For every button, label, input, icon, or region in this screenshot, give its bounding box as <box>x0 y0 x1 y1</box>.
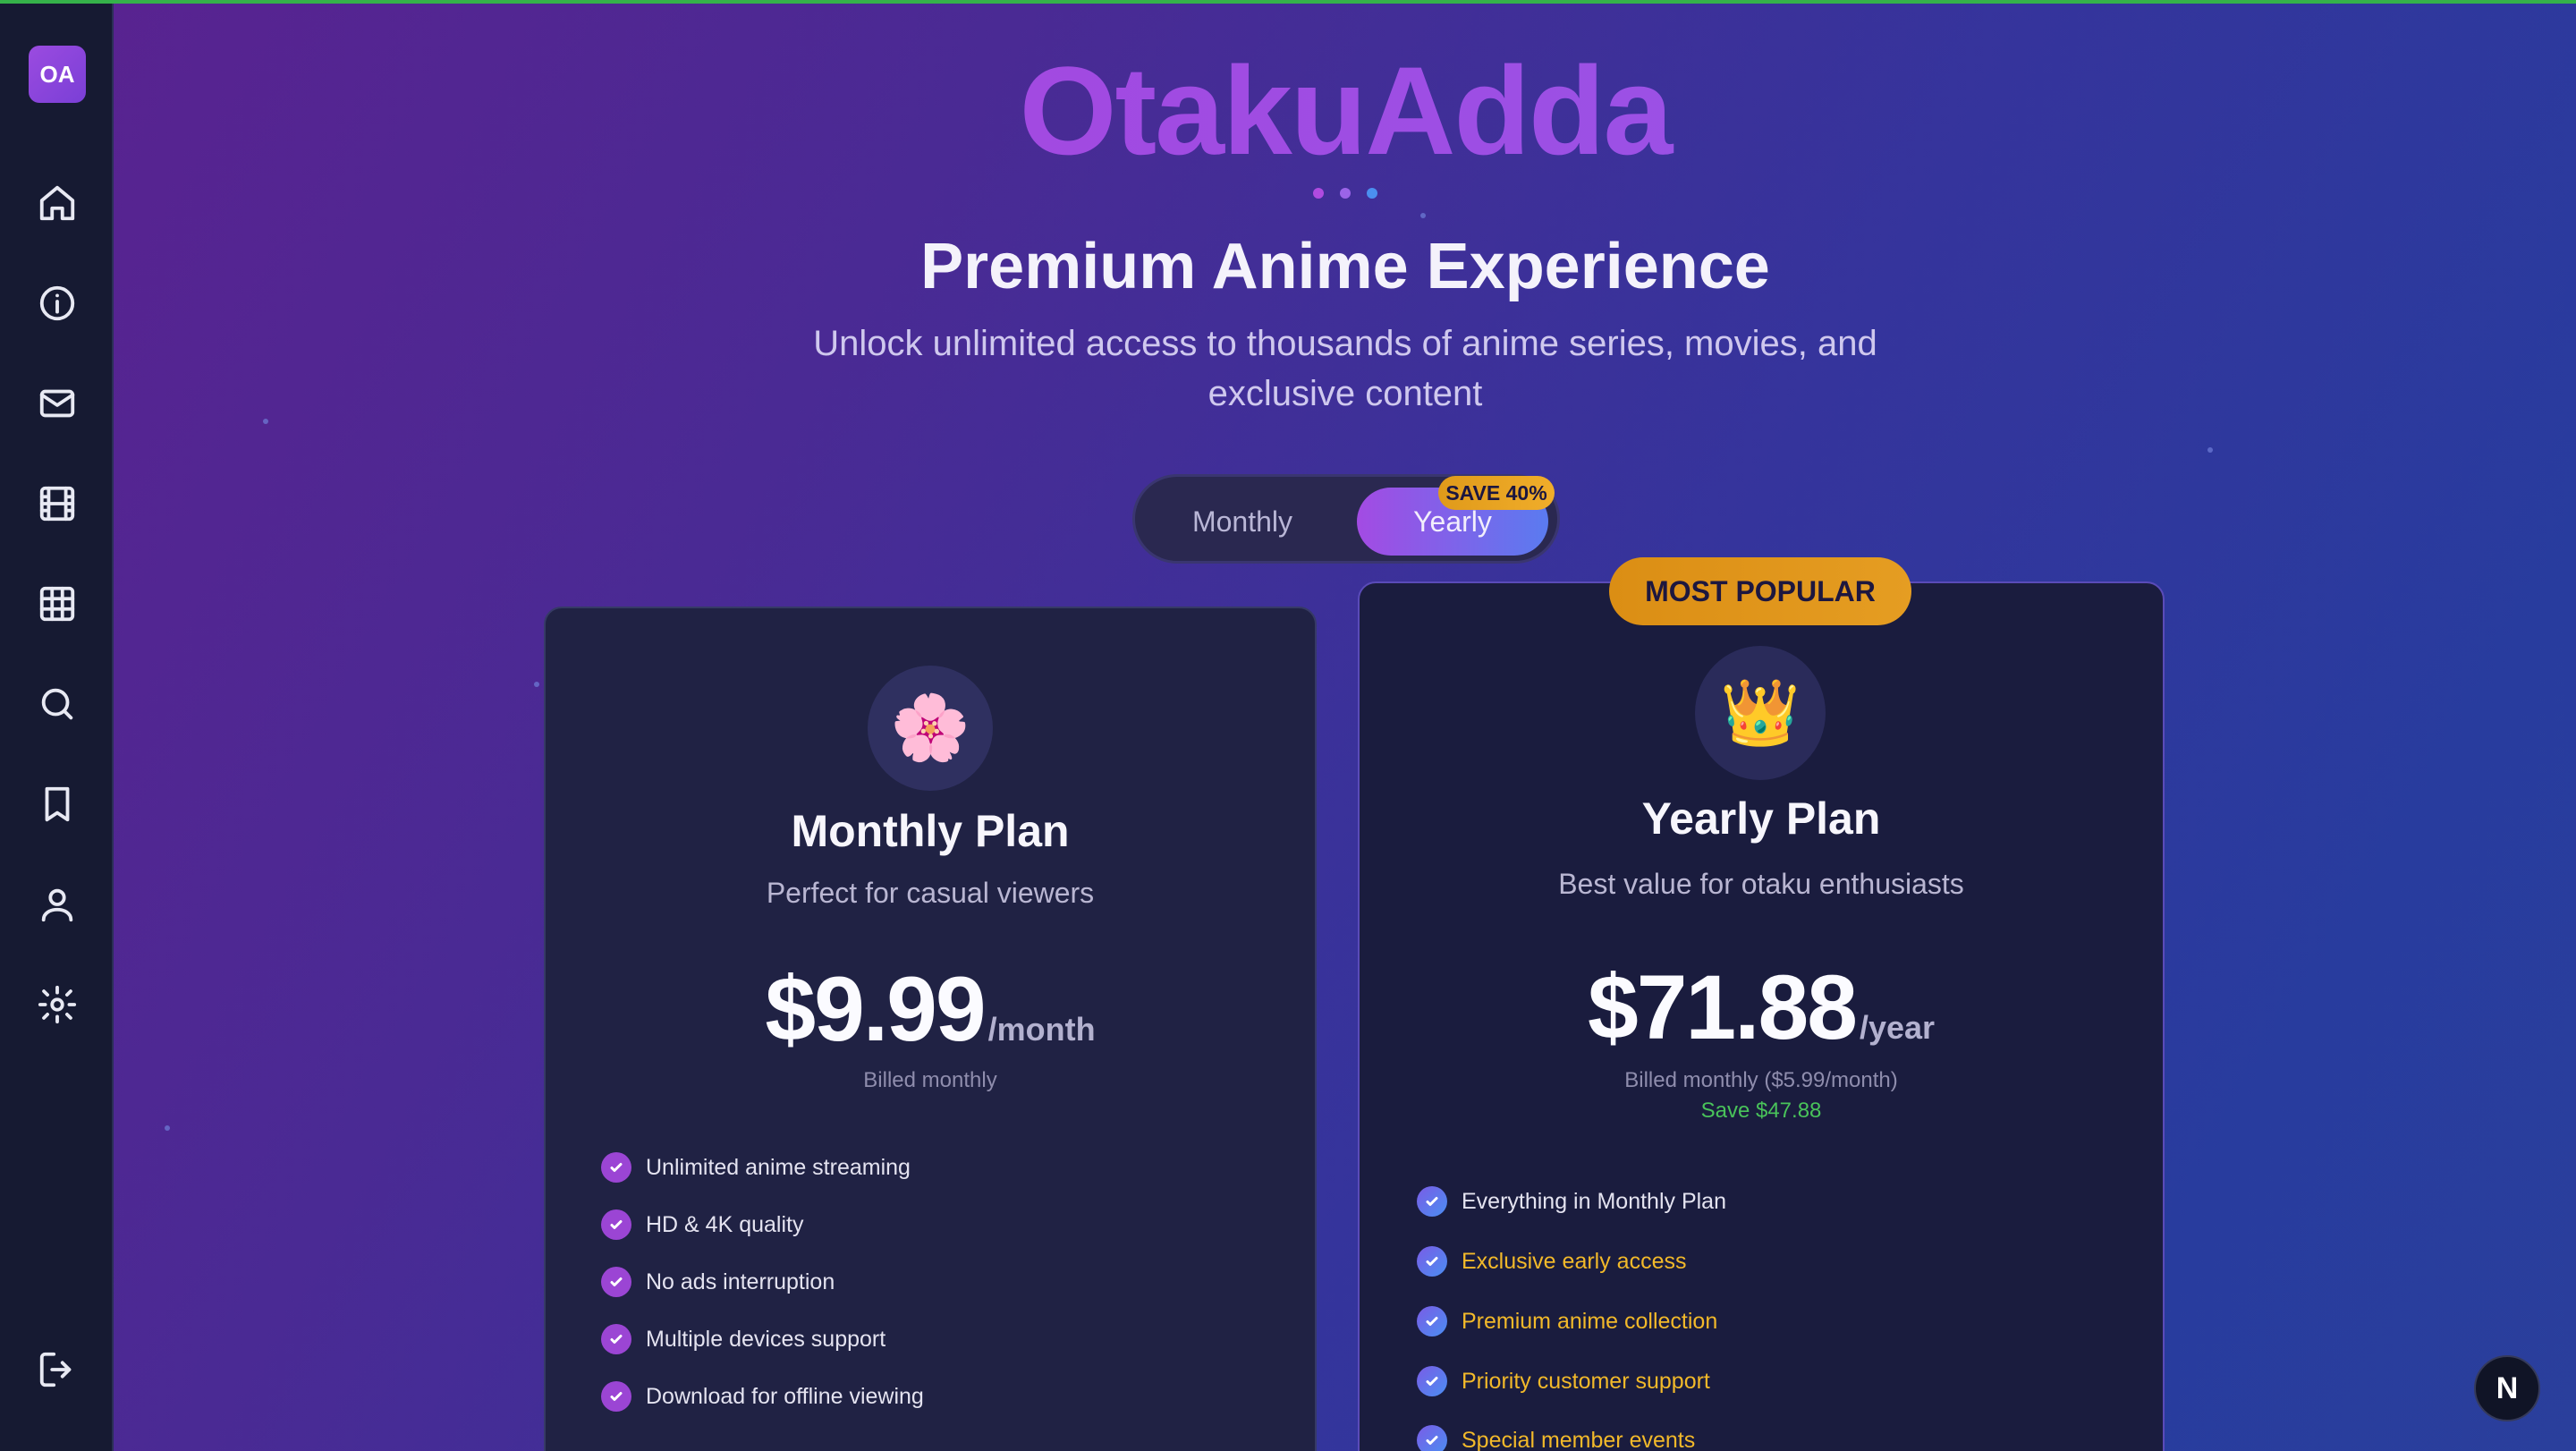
page-headline: Premium Anime Experience <box>920 231 1770 302</box>
yearly-period: /year <box>1859 1009 1936 1046</box>
floating-n-button[interactable]: N <box>2474 1355 2540 1421</box>
check-icon <box>1417 1246 1447 1277</box>
sidebar: OA <box>0 0 114 1451</box>
background-star <box>534 682 539 687</box>
bookmark-icon[interactable] <box>35 782 80 827</box>
feature-item: Download for offline viewing <box>601 1380 924 1413</box>
feature-item: Premium anime collection <box>1417 1305 1717 1337</box>
user-icon[interactable] <box>35 882 80 927</box>
feature-text: HD & 4K quality <box>646 1211 804 1237</box>
crown-emoji: 👑 <box>1720 677 1801 749</box>
check-icon <box>601 1152 631 1183</box>
film-icon[interactable] <box>35 481 80 526</box>
feature-text: No ads interruption <box>646 1269 835 1294</box>
logout-icon[interactable] <box>35 1347 80 1392</box>
feature-text: Unlimited anime streaming <box>646 1154 911 1180</box>
feature-text: Multiple devices support <box>646 1326 886 1352</box>
flower-emoji: 🌸 <box>890 692 970 764</box>
yearly-price-row: $71.88 /year <box>1358 955 2165 1060</box>
feature-item: Priority customer support <box>1417 1365 1710 1397</box>
feature-item: Special member events <box>1417 1424 1695 1451</box>
background-star <box>263 419 268 424</box>
home-icon[interactable] <box>35 181 80 225</box>
yearly-billing-note: Billed monthly ($5.99/month) <box>1624 1068 1898 1092</box>
grid-icon[interactable] <box>35 581 80 626</box>
background-star <box>1420 213 1426 218</box>
mail-icon[interactable] <box>35 381 80 426</box>
background-star <box>165 1125 170 1131</box>
check-icon <box>601 1324 631 1354</box>
monthly-price-row: $9.99 /month <box>544 957 1317 1062</box>
check-icon <box>601 1267 631 1297</box>
top-progress-line <box>0 0 2576 4</box>
monthly-plan-title: Monthly Plan <box>791 806 1070 856</box>
feature-item: HD & 4K quality <box>601 1209 803 1241</box>
monthly-period: /month <box>987 1011 1096 1048</box>
feature-text: Priority customer support <box>1462 1368 1710 1394</box>
feature-text: Exclusive early access <box>1462 1248 1687 1274</box>
feature-item: Exclusive early access <box>1417 1245 1686 1277</box>
info-icon[interactable] <box>35 281 80 326</box>
feature-text: Premium anime collection <box>1462 1308 1718 1334</box>
feature-text: Special member events <box>1462 1427 1696 1451</box>
feature-item: No ads interruption <box>601 1266 835 1298</box>
feature-item: Unlimited anime streaming <box>601 1151 911 1184</box>
check-icon <box>601 1209 631 1240</box>
feature-item: Everything in Monthly Plan <box>1417 1185 1726 1218</box>
check-icon <box>1417 1366 1447 1396</box>
yearly-price: $71.88 <box>1587 956 1858 1058</box>
feature-text: Everything in Monthly Plan <box>1462 1188 1726 1214</box>
check-icon <box>601 1381 631 1412</box>
page-subtitle: Unlock unlimited access to thousands of … <box>813 324 1877 413</box>
brand-dots <box>1313 188 1377 200</box>
dot <box>1367 188 1377 199</box>
check-icon <box>1417 1186 1447 1217</box>
yearly-plan-description: Best value for otaku enthusiasts <box>1558 868 1964 900</box>
crown-icon: 👑 <box>1695 646 1826 780</box>
gear-icon[interactable] <box>35 982 80 1027</box>
dot <box>1313 188 1324 199</box>
monthly-billing-note: Billed monthly <box>863 1068 997 1092</box>
feature-text: Download for offline viewing <box>646 1383 924 1409</box>
check-icon <box>1417 1306 1447 1336</box>
check-icon <box>1417 1425 1447 1451</box>
background-star <box>2207 447 2213 453</box>
flower-icon: 🌸 <box>868 666 993 791</box>
dot <box>1340 188 1351 199</box>
app-logo[interactable]: OA <box>29 46 86 103</box>
search-icon[interactable] <box>35 682 80 726</box>
save-badge: SAVE 40% <box>1438 476 1555 510</box>
toggle-monthly[interactable]: Monthly <box>1153 488 1332 556</box>
yearly-savings: Save $47.88 <box>1700 1099 1822 1123</box>
monthly-plan-description: Perfect for casual viewers <box>766 877 1095 909</box>
yearly-plan-title: Yearly Plan <box>1641 793 1881 844</box>
feature-item: Multiple devices support <box>601 1323 886 1355</box>
monthly-price: $9.99 <box>765 958 986 1060</box>
most-popular-badge: MOST POPULAR <box>1609 557 1911 625</box>
brand-title: OtakuAdda <box>894 39 1796 182</box>
